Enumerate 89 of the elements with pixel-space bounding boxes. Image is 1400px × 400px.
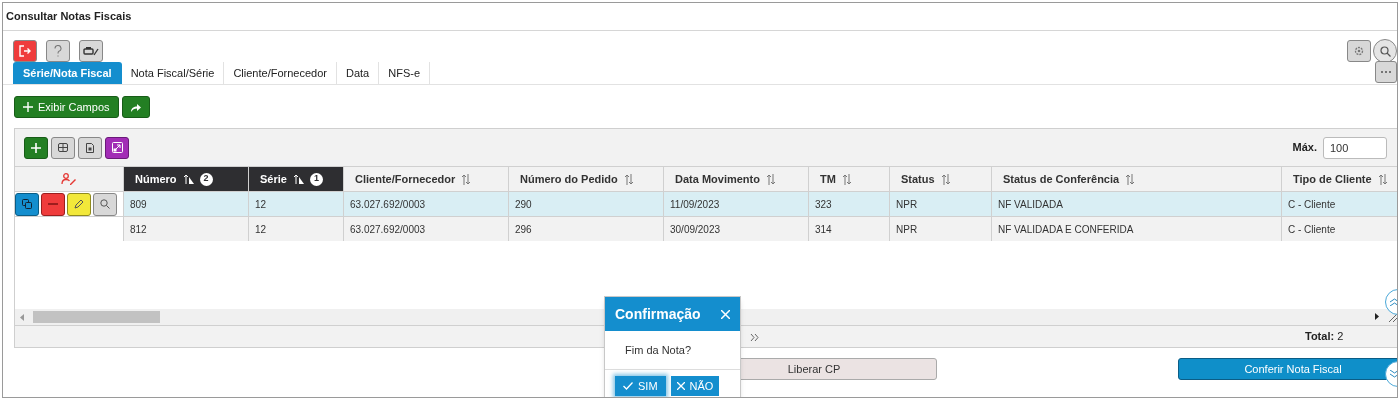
double-chevron-down-icon [1390,370,1397,378]
table-cell: 296 [509,216,664,241]
table-cell: NPR [890,216,992,241]
sort-icon[interactable] [765,173,776,185]
table-cell: 11/09/2023 [664,191,809,216]
table-cell: 12 [249,191,344,216]
exit-button[interactable] [13,40,37,62]
dialog-title: Confirmação [615,304,701,324]
sort-icon[interactable] [461,173,472,185]
plus-icon [23,102,33,112]
remove-button[interactable] [41,192,65,216]
printer-icon [83,45,99,57]
column-header-label: Série [260,171,287,187]
table-cell: 812 [124,216,249,241]
column-header[interactable]: Série 1 [249,167,344,191]
search-icon [1379,45,1391,57]
pencil-icon [74,199,84,209]
settings-button[interactable] [1347,40,1371,62]
search-button[interactable] [1373,39,1397,63]
max-field[interactable]: 100 [1323,136,1387,159]
share-arrow-icon [130,102,142,112]
sort-icon[interactable] [841,173,852,185]
yes-button[interactable]: SIM [615,376,666,396]
edit-button[interactable] [67,192,91,216]
no-button[interactable]: NÃO [670,376,720,396]
user-edit-icon [61,173,77,185]
max-label: Máx. [1292,140,1317,156]
copy-button[interactable] [15,192,39,216]
sort-icon[interactable] [940,173,951,185]
columns-button[interactable] [51,136,75,159]
check-icon [623,382,633,390]
show-fields-button[interactable]: Exibir Campos [14,96,119,118]
question-icon [54,45,62,57]
search-icon [100,199,110,209]
window-title: Consultar Notas Fiscais [6,9,132,25]
close-icon[interactable] [721,309,730,319]
grid-icon [58,143,68,152]
table-cell: 314 [809,216,890,241]
table-cell: NPR [890,191,992,216]
document-icon [86,142,94,153]
table-cell: 30/09/2023 [664,216,809,241]
table-cell: NF VALIDADA [992,191,1282,216]
column-header[interactable]: Número 2 [124,167,249,191]
exit-icon [19,45,31,57]
table-cell: 63.027.692/0003 [344,216,509,241]
scroll-left-icon [20,313,24,321]
print-button[interactable] [79,40,103,62]
share-button[interactable] [121,96,150,118]
help-button[interactable] [46,40,70,62]
column-header-label: Tipo de Cliente [1293,171,1372,187]
table-cell: NF VALIDADA E CONFERIDA [992,216,1282,241]
sort-icon[interactable] [1125,173,1136,185]
table-cell: C - Cliente [1282,191,1397,216]
table-cell: 63.027.692/0003 [344,191,509,216]
resize-handle-icon[interactable] [1387,312,1397,322]
column-header-label: TM [820,171,836,187]
sort-rank-badge: 2 [199,172,213,186]
plus-icon [31,142,41,153]
sort-icon[interactable] [1377,173,1388,185]
table-cell: 809 [124,191,249,216]
scrollbar-thumb[interactable] [33,311,160,323]
column-header-label: Data Movimento [675,171,760,187]
copy-icon [22,199,32,209]
dialog-message: Fim da Nota? [625,342,692,358]
export-button[interactable] [78,136,102,159]
total-count: Total: 2 [1305,329,1344,345]
column-header-label: Cliente/Fornecedor [355,171,456,187]
table-cell: 12 [249,216,344,241]
add-button[interactable] [24,136,48,159]
column-header-label: Status [901,171,935,187]
sort-icon[interactable] [623,173,634,185]
tab[interactable]: Série/Nota Fiscal [13,62,122,84]
sort-rank-badge: 1 [309,172,323,186]
expand-icon [111,142,123,153]
column-header-label: Status de Conferência [1003,171,1120,187]
table-cell: 323 [809,191,890,216]
expand-button[interactable] [105,136,129,159]
view-button[interactable] [93,192,117,216]
more-button[interactable] [1375,61,1397,83]
table-cell: 290 [509,191,664,216]
minus-icon [48,203,58,205]
double-chevron-up-icon [1390,298,1397,306]
confirm-invoice-button[interactable]: Conferir Nota Fiscal [1178,358,1397,380]
column-header-label: Número do Pedido [520,171,618,187]
column-header-label: Número [135,171,177,187]
settings-icon [1354,46,1364,56]
scroll-right-icon [1375,313,1379,320]
close-icon [676,382,685,390]
double-chevron-icon[interactable] [750,334,759,341]
